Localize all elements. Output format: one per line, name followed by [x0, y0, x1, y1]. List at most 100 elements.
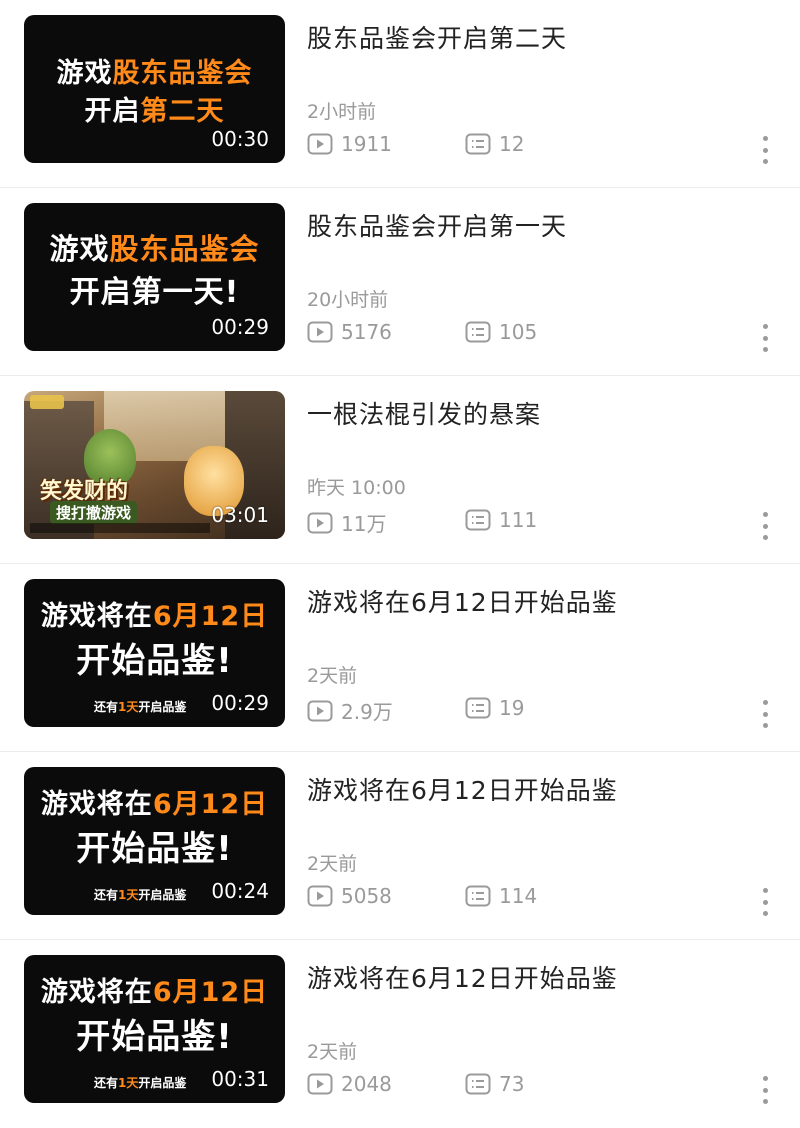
- more-vertical-icon[interactable]: [760, 136, 770, 164]
- thumbnail-tag-highlight: 1天: [118, 888, 139, 902]
- play-count: 5058: [307, 884, 392, 908]
- comment-count: 12: [465, 132, 524, 156]
- thumbnail-countdown: 还有1天开启品鉴: [94, 886, 186, 903]
- video-duration: 00:29: [211, 315, 269, 339]
- thumbnail-text: 游戏将在: [40, 977, 153, 1008]
- video-item[interactable]: 游戏股东品鉴会 开启第二天 00:30 股东品鉴会开启第二天 2小时前 1911…: [0, 0, 800, 188]
- video-thumbnail[interactable]: 笑发财的 搜打撤游戏 03:01: [24, 391, 285, 539]
- thumbnail-text-highlight: 股东品鉴会: [112, 58, 253, 89]
- comment-count: 19: [465, 696, 524, 720]
- video-title[interactable]: 股东品鉴会开启第二天: [307, 19, 567, 55]
- thumbnail-tag-text: 还有: [94, 1076, 119, 1090]
- thumbnail-text-highlight: 6月12日: [152, 601, 269, 632]
- video-thumbnail[interactable]: 游戏股东品鉴会 开启第二天 00:30: [24, 15, 285, 163]
- thumbnail-tag-text: 还有: [94, 700, 119, 714]
- video-item[interactable]: 游戏股东品鉴会 开启第一天! 00:29 股东品鉴会开启第一天 20小时前 51…: [0, 188, 800, 376]
- play-count-value: 1911: [341, 132, 392, 156]
- thumbnail-text: 开启第一天!: [69, 275, 240, 310]
- play-count: 11万: [307, 508, 386, 537]
- play-count-icon: [307, 700, 333, 721]
- more-vertical-icon[interactable]: [760, 512, 770, 540]
- video-title[interactable]: 游戏将在6月12日开始品鉴: [307, 771, 618, 807]
- play-count: 5176: [307, 320, 392, 344]
- thumbnail-countdown: 还有1天开启品鉴: [94, 1074, 186, 1091]
- more-vertical-icon[interactable]: [760, 1076, 770, 1104]
- thumbnail-text-highlight: 第二天: [140, 96, 225, 127]
- thumbnail-text: 游戏: [56, 58, 113, 89]
- video-thumbnail[interactable]: 游戏将在6月12日 开始品鉴! 还有1天开启品鉴 00:31: [24, 955, 285, 1103]
- comment-count: 114: [465, 884, 537, 908]
- video-item[interactable]: 笑发财的 搜打撤游戏 03:01 一根法棍引发的悬案 昨天 10:00 11万 …: [0, 376, 800, 564]
- play-count-value: 5058: [341, 884, 392, 908]
- comment-count-icon: [465, 321, 491, 343]
- more-vertical-icon[interactable]: [760, 888, 770, 916]
- publish-time: 2天前: [307, 853, 358, 875]
- play-count-icon: [307, 1073, 333, 1095]
- comment-count: 105: [465, 320, 537, 344]
- play-count-value: 5176: [341, 320, 392, 344]
- comment-count-icon: [465, 1073, 491, 1095]
- thumbnail-text: 开始品鉴!: [76, 1017, 233, 1057]
- comment-count-value: 105: [499, 320, 538, 344]
- publish-time: 昨天 10:00: [307, 477, 406, 499]
- thumbnail-text: 开始品鉴!: [76, 829, 233, 869]
- thumbnail-caption: 游戏股东品鉴会 开启第一天!: [24, 225, 285, 315]
- play-count: 2048: [307, 1072, 392, 1096]
- thumbnail-caption: 游戏将在6月12日 开始品鉴!: [24, 789, 285, 873]
- thumbnail-caption: 游戏将在6月12日 开始品鉴!: [24, 977, 285, 1061]
- thumbnail-tag-text: 开启品鉴: [138, 1076, 187, 1090]
- thumbnail-subbar: [30, 523, 210, 533]
- video-duration: 00:29: [211, 691, 269, 715]
- thumbnail-text: 开始品鉴!: [76, 641, 233, 681]
- comment-count-value: 19: [499, 696, 525, 720]
- thumbnail-caption: 游戏股东品鉴会 开启第二天: [24, 37, 285, 131]
- publish-time: 2天前: [307, 665, 358, 687]
- thumbnail-banner-subtext: 搜打撤游戏: [50, 501, 138, 524]
- thumbnail-text: 游戏将在: [40, 789, 153, 820]
- comment-count: 73: [465, 1072, 524, 1096]
- thumbnail-text-highlight: 股东品鉴会: [109, 232, 260, 266]
- thumbnail-tag-text: 开启品鉴: [138, 888, 187, 902]
- thumbnail-text-highlight: 6月12日: [152, 789, 269, 820]
- play-count-value: 11万: [341, 512, 387, 536]
- more-vertical-icon[interactable]: [760, 700, 770, 728]
- play-count: 1911: [307, 132, 392, 156]
- video-duration: 03:01: [211, 503, 269, 527]
- thumbnail-text-highlight: 6月12日: [152, 977, 269, 1008]
- game-logo: [30, 395, 64, 409]
- play-count-icon: [307, 321, 333, 343]
- thumbnail-tag-text: 开启品鉴: [138, 700, 187, 714]
- comment-count-value: 73: [499, 1072, 525, 1096]
- video-duration: 00:30: [211, 127, 269, 151]
- play-count-icon: [307, 133, 333, 155]
- play-count-value: 2048: [341, 1072, 392, 1096]
- comment-count-icon: [465, 697, 491, 719]
- play-count-value: 2.9万: [341, 700, 393, 724]
- thumbnail-tag-highlight: 1天: [118, 1076, 139, 1090]
- more-vertical-icon[interactable]: [760, 324, 770, 352]
- publish-time: 2小时前: [307, 101, 377, 123]
- video-title[interactable]: 游戏将在6月12日开始品鉴: [307, 583, 618, 619]
- play-count-icon: [307, 885, 333, 907]
- video-thumbnail[interactable]: 游戏将在6月12日 开始品鉴! 还有1天开启品鉴 00:24: [24, 767, 285, 915]
- video-item[interactable]: 游戏将在6月12日 开始品鉴! 还有1天开启品鉴 00:24 游戏将在6月12日…: [0, 752, 800, 940]
- thumbnail-tag-text: 还有: [94, 888, 119, 902]
- thumbnail-tag-highlight: 1天: [118, 700, 139, 714]
- comment-count: 111: [465, 508, 537, 532]
- thumbnail-countdown: 还有1天开启品鉴: [94, 698, 186, 715]
- video-duration: 00:31: [211, 1067, 269, 1091]
- video-title[interactable]: 股东品鉴会开启第一天: [307, 207, 567, 243]
- video-item[interactable]: 游戏将在6月12日 开始品鉴! 还有1天开启品鉴 00:29 游戏将在6月12日…: [0, 564, 800, 752]
- video-thumbnail[interactable]: 游戏股东品鉴会 开启第一天! 00:29: [24, 203, 285, 351]
- publish-time: 20小时前: [307, 289, 389, 311]
- play-count-icon: [307, 512, 333, 533]
- video-thumbnail[interactable]: 游戏将在6月12日 开始品鉴! 还有1天开启品鉴 00:29: [24, 579, 285, 727]
- video-title[interactable]: 一根法棍引发的悬案: [307, 395, 541, 431]
- comment-count-icon: [465, 885, 491, 907]
- comment-count-value: 114: [499, 884, 538, 908]
- video-title[interactable]: 游戏将在6月12日开始品鉴: [307, 959, 618, 995]
- thumbnail-caption: 游戏将在6月12日 开始品鉴!: [24, 601, 285, 685]
- video-item[interactable]: 游戏将在6月12日 开始品鉴! 还有1天开启品鉴 00:31 游戏将在6月12日…: [0, 940, 800, 1128]
- comment-count-value: 111: [499, 508, 538, 532]
- comment-count-value: 12: [499, 132, 525, 156]
